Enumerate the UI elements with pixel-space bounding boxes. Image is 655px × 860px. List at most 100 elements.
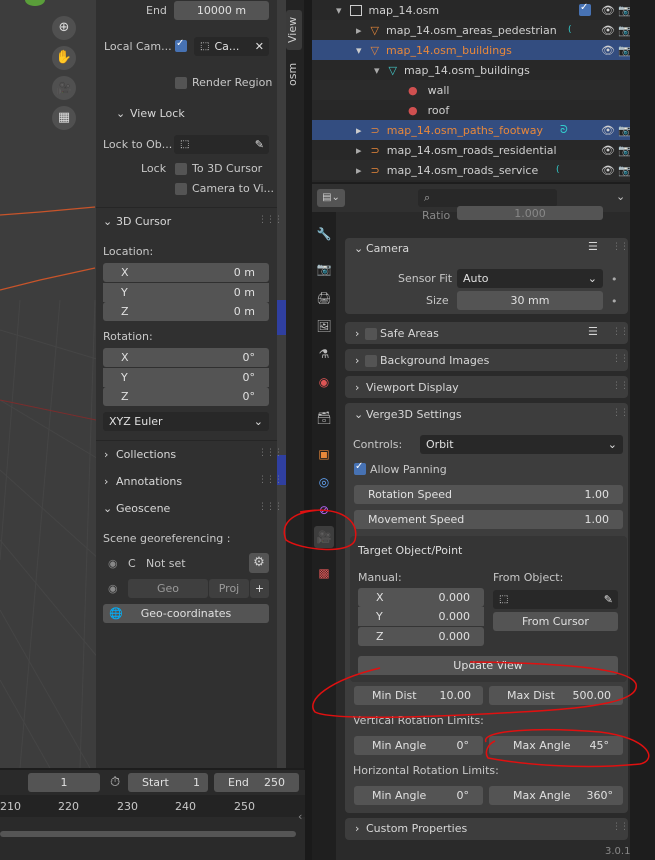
texture-icon[interactable]: ▩ xyxy=(316,565,332,581)
chevron-right-icon[interactable]: ▸ xyxy=(356,24,362,37)
keyframe-dot-icon[interactable]: • xyxy=(611,295,618,308)
cursor-location-x[interactable]: X 0 m xyxy=(103,263,269,282)
vertical-max-angle-field[interactable]: Max Angle 45° xyxy=(489,736,623,755)
render-icon[interactable]: 📷 xyxy=(316,261,332,277)
safe-areas-header[interactable]: Safe Areas xyxy=(380,327,439,340)
from-object-field[interactable]: ⬚ ✎ xyxy=(493,590,618,609)
chevron-right-icon[interactable]: › xyxy=(104,448,108,461)
ratio-field[interactable]: 1.000 xyxy=(457,206,603,220)
outliner-row[interactable]: ▾ ▽ map_14.osm_buildings 👁 📷 xyxy=(312,40,632,60)
clip-end-field[interactable]: 10000 m xyxy=(174,1,269,20)
scene-icon[interactable]: ⚗ xyxy=(316,346,332,362)
close-icon[interactable]: ✕ xyxy=(255,40,264,53)
chevron-right-icon[interactable]: › xyxy=(355,327,359,340)
chevron-down-icon[interactable]: ⌄ xyxy=(103,215,112,228)
eye-icon[interactable]: 👁 xyxy=(601,4,615,17)
search-input[interactable]: ⌕ xyxy=(418,189,557,207)
drag-grip-icon[interactable]: ⋮⋮ xyxy=(612,381,629,391)
tab-osm[interactable]: osm xyxy=(286,58,302,90)
camera-to-view-checkbox[interactable] xyxy=(175,183,187,195)
end-frame-field[interactable]: End 250 xyxy=(214,773,299,792)
list-icon[interactable]: ☰ xyxy=(588,240,598,253)
outliner-row[interactable]: ▸ ▽ map_14.osm_areas_pedestrian ( 👁 📷 xyxy=(312,20,632,40)
chevron-right-icon[interactable]: › xyxy=(355,354,359,367)
chevron-down-icon[interactable]: ⌄ xyxy=(354,408,363,421)
view-layer-icon[interactable]: 🖼 xyxy=(316,318,332,334)
drag-grip-icon[interactable]: ⋮⋮ xyxy=(612,327,629,337)
max-dist-field[interactable]: Max Dist 500.00 xyxy=(489,686,623,705)
editor-type-icon[interactable]: ▤⌄ xyxy=(317,189,345,207)
chevron-down-icon[interactable]: ⌄ xyxy=(354,242,363,255)
chevron-right-icon[interactable]: › xyxy=(355,381,359,394)
grid-ortho-icon[interactable]: ▦ xyxy=(52,106,76,130)
chevron-right-icon[interactable]: ▸ xyxy=(356,164,362,177)
annotations-header[interactable]: Annotations xyxy=(116,475,182,488)
chevron-down-icon[interactable]: ▾ xyxy=(374,64,380,77)
constraint-icon[interactable]: ⊘ xyxy=(316,502,332,518)
lock-to-object-field[interactable]: ⬚ ✎ xyxy=(174,135,269,154)
horizontal-max-angle-field[interactable]: Max Angle 360° xyxy=(489,786,623,805)
proj-button[interactable]: Proj xyxy=(209,579,249,598)
chevron-right-icon[interactable]: ▸ xyxy=(356,144,362,157)
world-icon[interactable]: ◉ xyxy=(316,374,332,390)
output-icon[interactable]: 🖨 xyxy=(316,290,332,306)
sensor-fit-select[interactable]: Auto ⌄ xyxy=(457,269,603,288)
add-button[interactable]: + xyxy=(250,579,269,598)
drag-grip-icon[interactable]: ⋮⋮ xyxy=(612,822,629,832)
safe-areas-checkbox[interactable] xyxy=(365,328,377,340)
current-frame-field[interactable]: 1 xyxy=(28,773,100,792)
cursor-location-y[interactable]: Y 0 m xyxy=(103,283,269,302)
timeline-ruler[interactable] xyxy=(0,795,305,817)
cursor-location-z[interactable]: Z 0 m xyxy=(103,302,269,321)
update-view-button[interactable]: Update View xyxy=(358,656,618,675)
camera-data-icon[interactable]: 🎥 xyxy=(316,529,332,545)
chevron-left-icon[interactable]: ‹ xyxy=(298,810,302,823)
local-camera-checkbox[interactable] xyxy=(175,38,187,52)
min-dist-field[interactable]: Min Dist 10.00 xyxy=(354,686,483,705)
object-icon[interactable]: ▣ xyxy=(316,446,332,462)
exclude-checkbox[interactable] xyxy=(579,2,591,16)
outliner-row[interactable]: ▸ ⊃ map_14.osm_roads_residential 👁 📷 xyxy=(312,140,632,160)
drag-grip-icon[interactable]: ⋮⋮⋮ xyxy=(258,448,283,458)
modifier-icon[interactable]: ◎ xyxy=(316,474,332,490)
size-field[interactable]: 30 mm xyxy=(457,291,603,310)
geo-button[interactable]: Geo xyxy=(128,579,208,598)
cursor-rotation-x[interactable]: X 0° xyxy=(103,348,269,367)
lock-to-cursor-checkbox[interactable] xyxy=(175,163,187,175)
drag-grip-icon[interactable]: ⋮⋮ xyxy=(612,242,629,252)
chevron-right-icon[interactable]: › xyxy=(104,475,108,488)
radio-icon[interactable]: ◉ xyxy=(108,557,118,570)
start-frame-field[interactable]: Start 1 xyxy=(128,773,208,792)
eye-icon[interactable]: 👁 xyxy=(601,144,615,157)
outliner-row[interactable]: ▸ ⊃ map_14.osm_paths_footway ᘐ 👁 📷 xyxy=(312,120,632,140)
horizontal-min-angle-field[interactable]: Min Angle 0° xyxy=(354,786,483,805)
target-z-field[interactable]: Z 0.000 xyxy=(358,627,484,646)
target-x-field[interactable]: X 0.000 xyxy=(358,588,484,607)
zoom-icon[interactable]: ⊕ xyxy=(52,16,76,40)
keyframe-dot-icon[interactable]: • xyxy=(611,273,618,286)
chevron-down-icon[interactable]: ⌄ xyxy=(103,502,112,515)
from-cursor-button[interactable]: From Cursor xyxy=(493,612,618,631)
chevron-down-icon[interactable]: ▾ xyxy=(336,4,342,17)
outliner-row[interactable]: ▾ map_14.osm 👁 📷 xyxy=(312,0,632,20)
stopwatch-icon[interactable]: ⏱ xyxy=(110,775,120,790)
tab-view[interactable]: View xyxy=(286,10,302,50)
collection-icon[interactable]: 🗃 xyxy=(316,410,332,426)
outliner-row[interactable]: ▸ ⊃ map_14.osm_roads_service ( 👁 📷 xyxy=(312,160,632,180)
gear-icon[interactable]: ⚙ xyxy=(249,553,269,573)
chevron-down-icon[interactable]: ▾ xyxy=(356,44,362,57)
controls-select[interactable]: Orbit ⌄ xyxy=(420,435,623,454)
tool-icon[interactable]: 🔧 xyxy=(316,226,332,242)
background-images-checkbox[interactable] xyxy=(365,355,377,367)
render-region-checkbox[interactable] xyxy=(175,77,187,89)
drag-grip-icon[interactable]: ⋮⋮⋮ xyxy=(258,502,283,512)
eye-icon[interactable]: 👁 xyxy=(601,164,615,177)
outliner-row[interactable]: ● roof xyxy=(312,100,630,120)
chevron-down-icon[interactable]: ⌄ xyxy=(116,107,125,120)
allow-panning-checkbox[interactable] xyxy=(354,461,366,475)
radio-icon[interactable]: ◉ xyxy=(108,582,118,595)
cursor-rotation-z[interactable]: Z 0° xyxy=(103,387,269,406)
geoscene-header[interactable]: Geoscene xyxy=(116,502,170,515)
eyedropper-icon[interactable]: ✎ xyxy=(255,138,264,151)
eye-icon[interactable]: 👁 xyxy=(601,124,615,137)
